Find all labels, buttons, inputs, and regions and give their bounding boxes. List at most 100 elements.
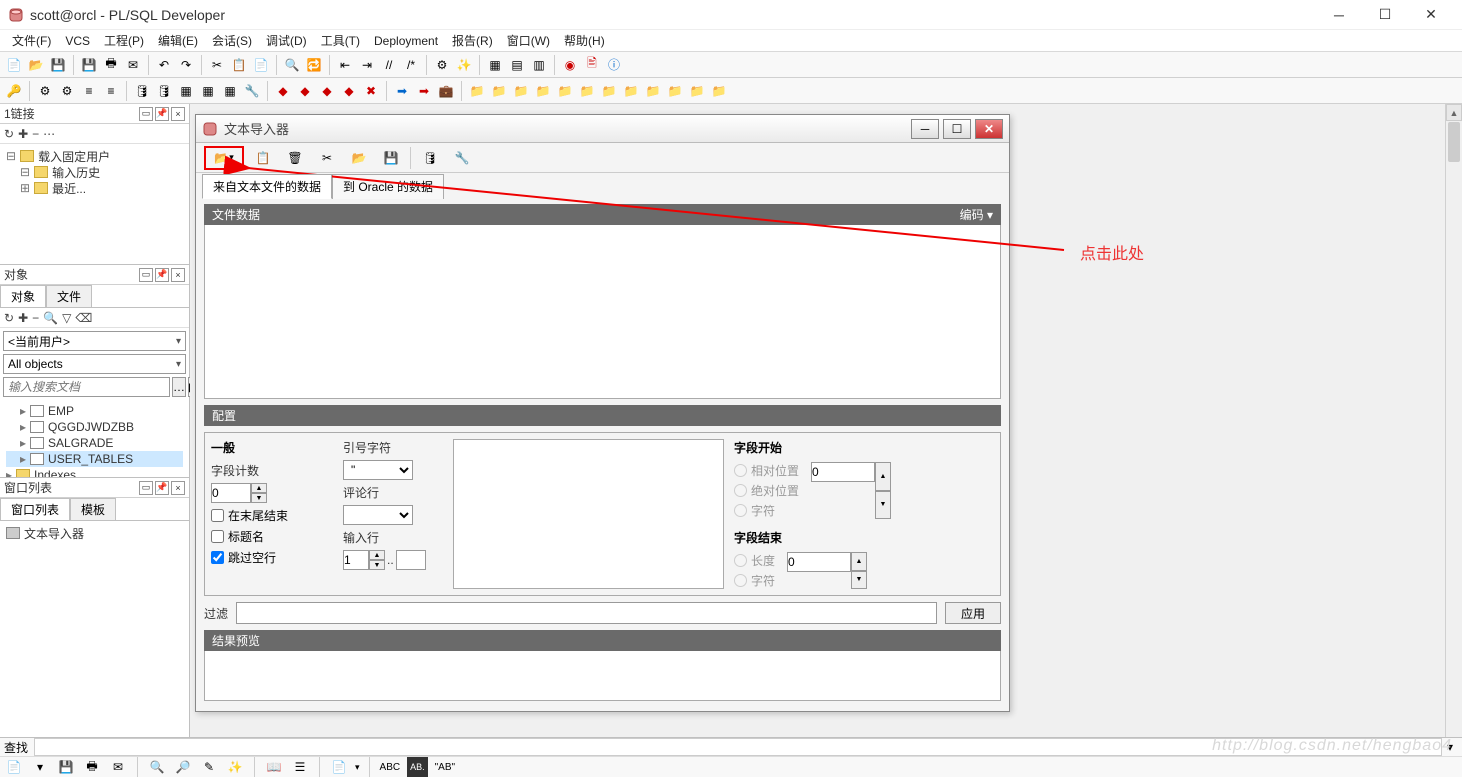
scroll-up-icon[interactable]: ▲ [1446, 104, 1462, 121]
undo-icon[interactable]: ↶ [154, 55, 174, 75]
sb-highlight-icon[interactable]: ✨ [225, 757, 245, 777]
to-db-button[interactable]: 🛢 [417, 146, 443, 170]
panel-float-icon[interactable]: ▭ [139, 107, 153, 121]
paste-icon[interactable]: 📄 [251, 55, 271, 75]
dots-icon[interactable]: ⋯ [43, 127, 55, 141]
folder6-icon[interactable]: 📁 [577, 81, 597, 101]
open-icon[interactable]: 📂 [26, 55, 46, 75]
stack-icon[interactable]: ≡ [79, 81, 99, 101]
skip-blank-check[interactable] [211, 551, 224, 564]
save-icon[interactable]: 💾 [48, 55, 68, 75]
grid2-icon[interactable]: ▦ [198, 81, 218, 101]
red-dot3-icon[interactable]: ◆ [317, 81, 337, 101]
sb-page-icon[interactable]: 📄 [329, 757, 349, 777]
db-yellow-icon[interactable]: 🛢 [132, 81, 152, 101]
menu-project[interactable]: 工程(P) [98, 30, 150, 51]
save-all-icon[interactable]: 💾 [79, 55, 99, 75]
plus-icon[interactable]: ✚ [18, 311, 28, 325]
window-list-icon[interactable]: ▥ [529, 55, 549, 75]
gear-icon[interactable]: ⚙ [35, 81, 55, 101]
sb-list-icon[interactable]: ☰ [290, 757, 310, 777]
sb-replace-icon[interactable]: ✎ [199, 757, 219, 777]
grid-icon[interactable]: ▦ [176, 81, 196, 101]
tab-winlist[interactable]: 窗口列表 [0, 498, 70, 520]
file-data-box[interactable] [204, 225, 1001, 399]
cut-icon[interactable]: ✂ [207, 55, 227, 75]
tab-objects[interactable]: 对象 [0, 285, 46, 307]
indent-right-icon[interactable]: ⇥ [357, 55, 377, 75]
fs-char-radio[interactable] [734, 504, 747, 517]
comment-line-select[interactable] [343, 505, 413, 525]
folder12-icon[interactable]: 📁 [709, 81, 729, 101]
save-def-button[interactable]: 💾 [378, 146, 404, 170]
oracle-icon[interactable]: ◉ [560, 55, 580, 75]
quote-char-select[interactable]: " [343, 460, 413, 480]
sb-ab-quote[interactable]: "AB" [434, 757, 456, 777]
filter-input[interactable] [236, 602, 937, 624]
mdi-maximize-button[interactable]: ☐ [943, 119, 971, 139]
sb-mail-icon[interactable]: ✉ [108, 757, 128, 777]
menu-session[interactable]: 会话(S) [206, 30, 258, 51]
winlist-item[interactable]: 文本导入器 [6, 525, 183, 541]
fe-char-radio[interactable] [734, 574, 747, 587]
compile-icon[interactable]: ⚙ [432, 55, 452, 75]
folder5-icon[interactable]: 📁 [555, 81, 575, 101]
panel-float-icon[interactable]: ▭ [139, 268, 153, 282]
sb-print-icon[interactable]: 🖶 [82, 757, 102, 777]
fs-value-spinner[interactable]: ▲▼ [811, 462, 891, 519]
window-tile-icon[interactable]: ▦ [485, 55, 505, 75]
paste-button[interactable]: 📋 [250, 146, 276, 170]
red-dot4-icon[interactable]: ◆ [339, 81, 359, 101]
open-def-button[interactable]: 📂 [346, 146, 372, 170]
mdi-minimize-button[interactable]: ─ [911, 119, 939, 139]
sb-down-icon[interactable]: ▾ [30, 757, 50, 777]
panel-pin-icon[interactable]: 📌 [155, 268, 169, 282]
red-x-icon[interactable]: ✖ [361, 81, 381, 101]
settings-button[interactable]: 🔧 [449, 146, 475, 170]
sb-findnext-icon[interactable]: 🔍 [147, 757, 167, 777]
scroll-thumb[interactable] [1448, 122, 1460, 162]
tab-files[interactable]: 文件 [46, 285, 92, 307]
folder7-icon[interactable]: 📁 [599, 81, 619, 101]
apply-button[interactable]: 应用 [945, 602, 1001, 624]
menu-report[interactable]: 报告(R) [446, 30, 499, 51]
key-icon[interactable]: 🔑 [4, 81, 24, 101]
panel-close-icon[interactable]: × [171, 268, 185, 282]
menu-file[interactable]: 文件(F) [6, 30, 57, 51]
mdi-title-bar[interactable]: 文本导入器 ─ ☐ ✕ [196, 115, 1009, 143]
red-dot2-icon[interactable]: ◆ [295, 81, 315, 101]
tree-node[interactable]: ⊞最近... [6, 180, 183, 196]
sb-book-icon[interactable]: 📖 [264, 757, 284, 777]
tree-node[interactable]: ⊟载入固定用户 [6, 148, 183, 164]
grid3-icon[interactable]: ▦ [220, 81, 240, 101]
user-combo[interactable]: <当前用户>▾ [3, 331, 186, 351]
beautify-icon[interactable]: ✨ [454, 55, 474, 75]
window-cascade-icon[interactable]: ▤ [507, 55, 527, 75]
menu-window[interactable]: 窗口(W) [501, 30, 556, 51]
maximize-button[interactable]: ☐ [1362, 0, 1408, 30]
minus-icon[interactable]: − [32, 311, 39, 325]
menu-debug[interactable]: 调试(D) [260, 30, 313, 51]
end-trim-check[interactable] [211, 509, 224, 522]
tree-node[interactable]: ▸QGGDJWDZBB [6, 419, 183, 435]
clear-icon[interactable]: ⌫ [75, 311, 92, 325]
copy-icon[interactable]: 📋 [229, 55, 249, 75]
uncomment-icon[interactable]: /* [401, 55, 421, 75]
folder3-icon[interactable]: 📁 [511, 81, 531, 101]
menu-deployment[interactable]: Deployment [368, 32, 444, 50]
tree-node[interactable]: ▸EMP [6, 403, 183, 419]
info-icon[interactable]: ⓘ [604, 55, 624, 75]
panel-close-icon[interactable]: × [171, 107, 185, 121]
tree-node[interactable]: ▸Indexes [6, 467, 183, 477]
mail-icon[interactable]: ✉ [123, 55, 143, 75]
menu-tools[interactable]: 工具(T) [315, 30, 366, 51]
minimize-button[interactable]: ─ [1316, 0, 1362, 30]
filter-combo[interactable]: All objects▾ [3, 354, 186, 374]
input-lines-to[interactable] [396, 550, 426, 570]
fs-rel-radio[interactable] [734, 464, 747, 477]
fe-len-radio[interactable] [734, 554, 747, 567]
sb-findprev-icon[interactable]: 🔎 [173, 757, 193, 777]
sb-abc-icon[interactable]: ABC [379, 757, 402, 777]
refresh-icon[interactable]: ↻ [4, 311, 14, 325]
plus-icon[interactable]: ✚ [18, 127, 28, 141]
